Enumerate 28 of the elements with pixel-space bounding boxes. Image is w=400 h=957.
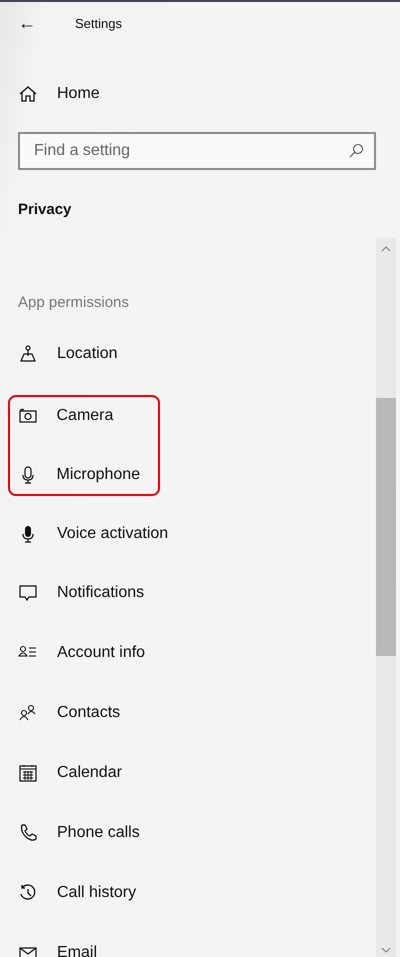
search-icon (348, 143, 364, 159)
speech-bubble-icon (18, 583, 38, 603)
phone-icon (18, 823, 38, 843)
nav-item[interactable]: Contacts (0, 683, 120, 743)
section-title: Privacy (18, 200, 72, 220)
nav-item[interactable]: Camera (10, 397, 114, 435)
back-button[interactable]: ← (18, 12, 40, 34)
nav-item[interactable]: Email (0, 923, 98, 957)
people-icon (18, 703, 38, 723)
nav-item[interactable]: Location (0, 324, 118, 384)
nav-item[interactable]: Notifications (0, 563, 144, 623)
nav-item[interactable]: Account info (0, 623, 146, 683)
nav-item[interactable]: Calendar (0, 743, 122, 803)
chevron-down-icon[interactable] (381, 947, 391, 953)
home-link[interactable]: Home (18, 72, 100, 116)
nav-item[interactable]: Voice activation (0, 504, 168, 563)
location-icon (18, 344, 38, 364)
nav-item[interactable]: Phone calls (0, 803, 140, 863)
nav-item[interactable]: Microphone (10, 456, 140, 494)
home-icon (18, 84, 38, 104)
scrollbar-thumb[interactable] (376, 398, 396, 656)
chevron-up-icon[interactable] (381, 246, 391, 252)
window-title: Settings (75, 16, 122, 30)
group-title: App permissions (18, 293, 130, 313)
nav-item[interactable]: Call history (0, 863, 136, 923)
calendar-icon (18, 763, 38, 783)
scrollbar[interactable] (376, 238, 396, 957)
search-field[interactable]: Find a setting (18, 132, 376, 170)
